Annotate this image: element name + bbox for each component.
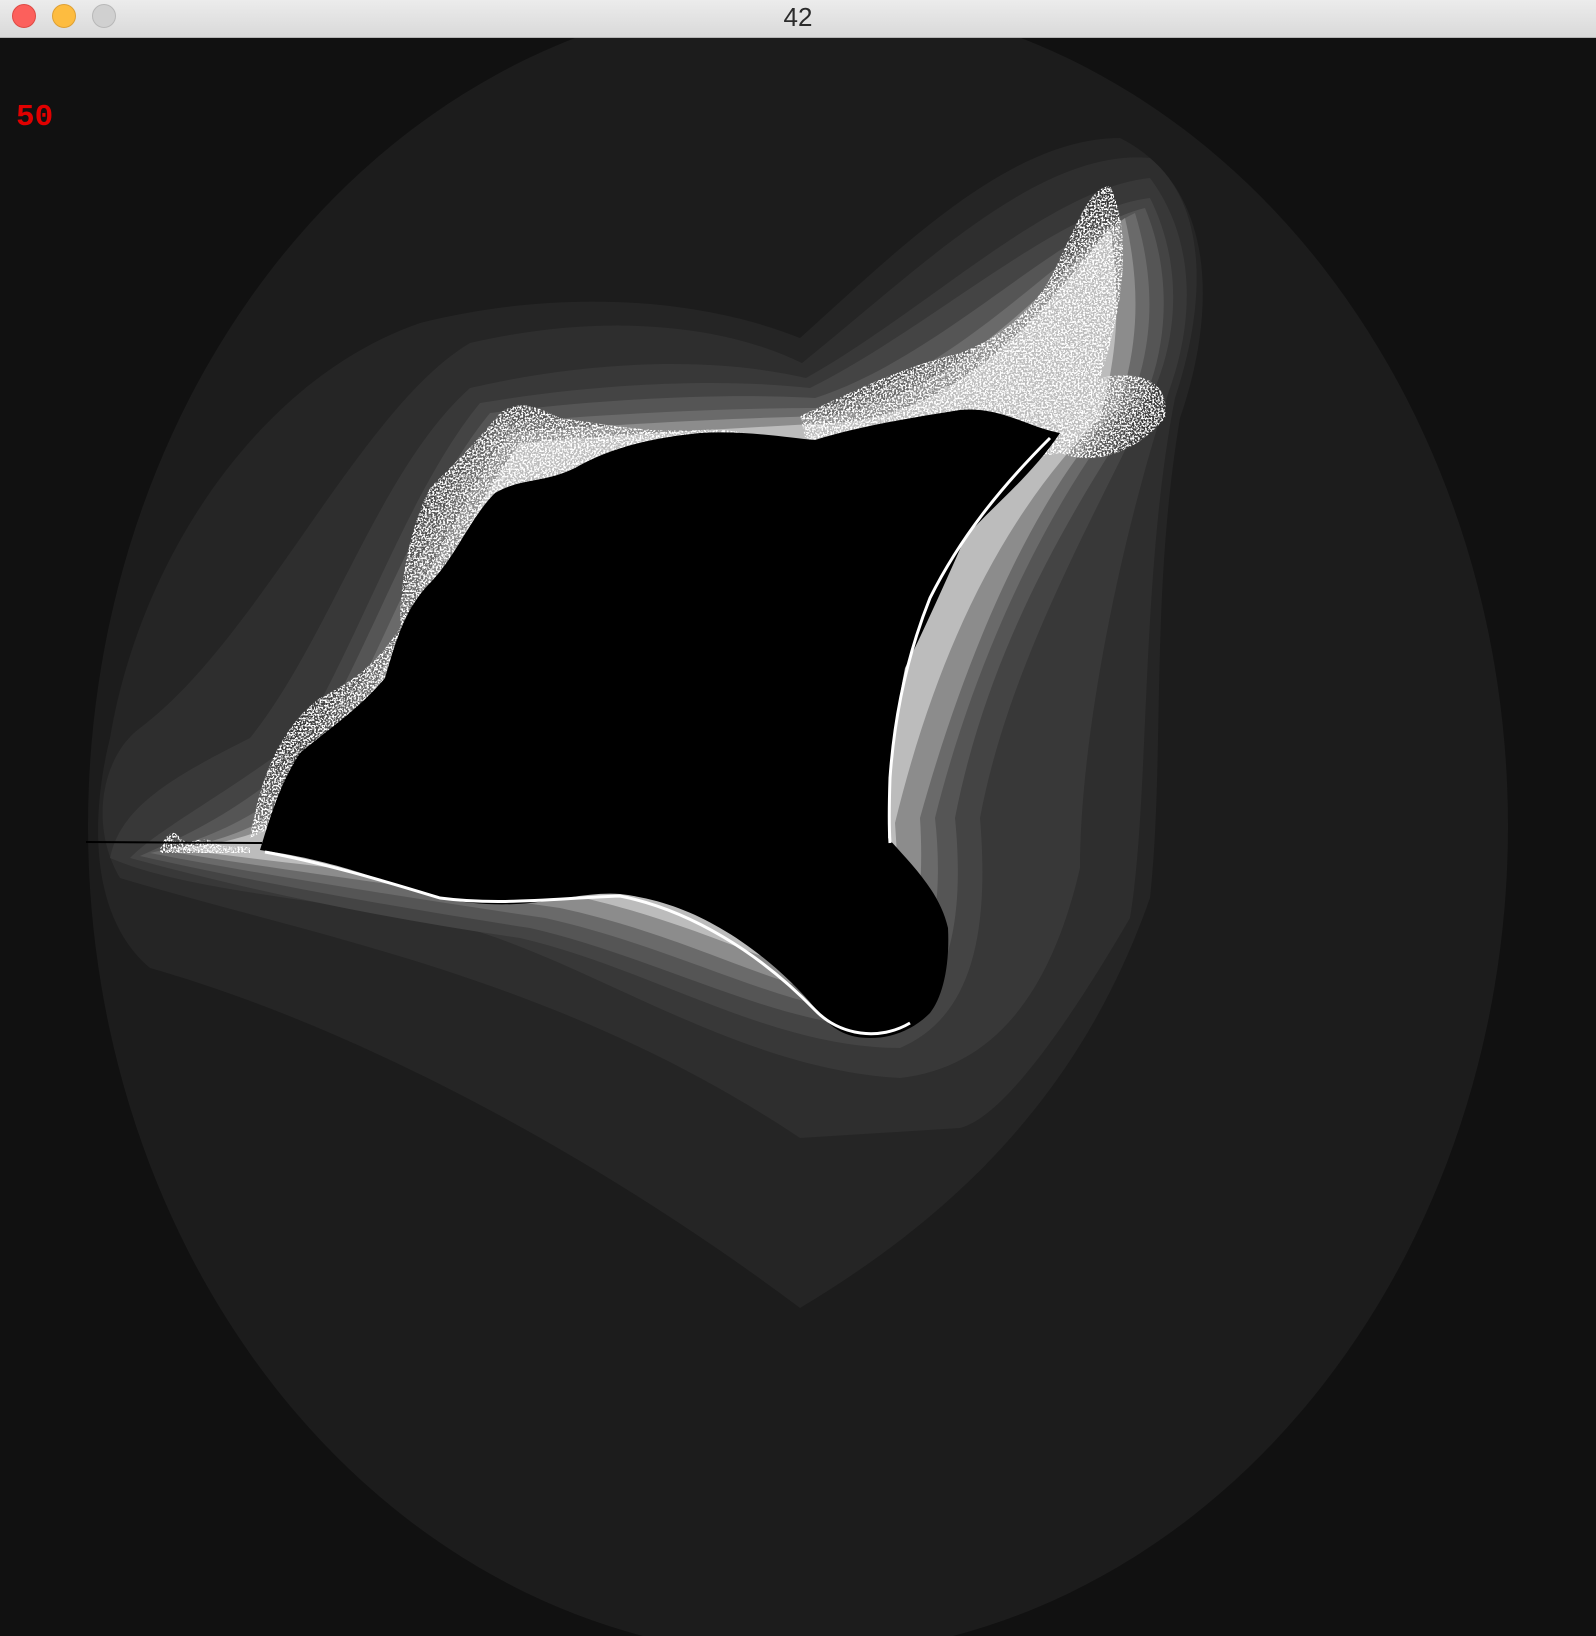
iteration-counter: 50 xyxy=(16,100,54,135)
app-window: 42 50 xyxy=(0,0,1596,1636)
title-bar[interactable]: 42 xyxy=(0,0,1596,38)
window-title: 42 xyxy=(783,2,813,32)
fractal-render xyxy=(0,38,1596,1636)
fractal-canvas[interactable]: 50 xyxy=(0,38,1596,1636)
left-filament xyxy=(85,841,263,844)
